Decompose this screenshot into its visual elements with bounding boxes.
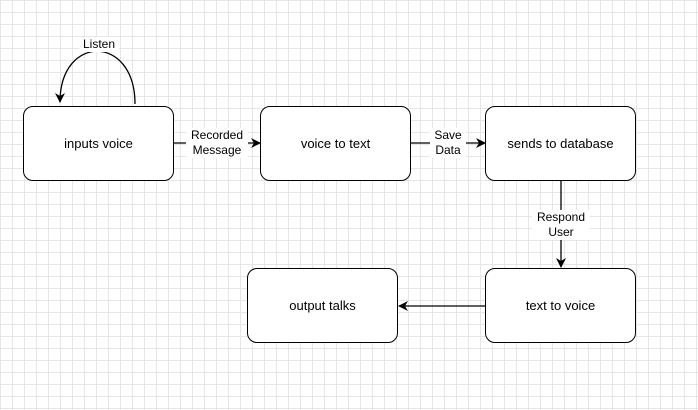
- edge-label-line: Save: [434, 128, 462, 142]
- edge-label-line: Message: [192, 143, 242, 157]
- node-label: sends to database: [507, 136, 614, 151]
- node-label: text to voice: [525, 298, 596, 313]
- edge-label-line: Data: [435, 143, 461, 157]
- listen-loop-arrow[interactable]: [55, 50, 136, 105]
- edge-label-recorded-message: Recorded Message: [186, 128, 248, 158]
- node-text-to-voice[interactable]: text to voice: [485, 268, 636, 343]
- node-inputs-voice[interactable]: inputs voice: [23, 106, 174, 181]
- edge-label-respond-user: Respond User: [532, 210, 590, 240]
- edge-label-text: Listen: [82, 37, 116, 51]
- node-label: inputs voice: [64, 136, 133, 151]
- node-label: voice to text: [300, 136, 371, 151]
- diagram-canvas: [55, 50, 566, 311]
- node-voice-to-text[interactable]: voice to text: [260, 106, 411, 181]
- edge-label-line: Recorded: [190, 128, 244, 142]
- node-label: output talks: [289, 298, 356, 313]
- node-output-talks[interactable]: output talks: [247, 268, 398, 343]
- edge-label-save-data: Save Data: [430, 128, 466, 158]
- edge-label-line: User: [548, 225, 574, 239]
- node-sends-to-database[interactable]: sends to database: [485, 106, 636, 181]
- edge-label-line: Respond: [536, 210, 586, 224]
- edge-label-listen: Listen: [79, 37, 119, 52]
